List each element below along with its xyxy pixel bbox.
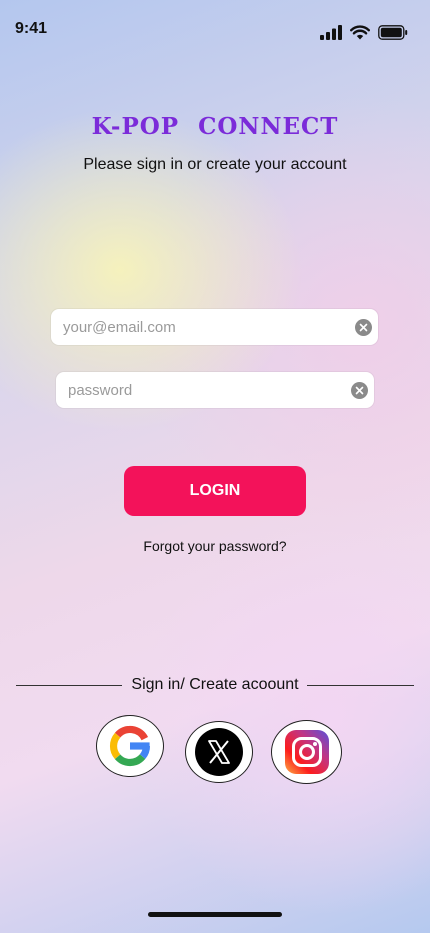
battery-icon	[378, 25, 408, 40]
instagram-icon	[284, 730, 329, 774]
status-icons	[320, 25, 408, 40]
subtitle: Please sign in or create your account	[83, 156, 347, 173]
wifi-icon	[350, 25, 370, 40]
forgot-password-link[interactable]: Forgot your password?	[0, 538, 430, 554]
instagram-signin-button[interactable]	[271, 720, 342, 784]
clear-password-icon[interactable]	[351, 381, 368, 399]
email-field[interactable]	[51, 309, 378, 345]
clear-email-icon[interactable]	[355, 318, 372, 336]
google-signin-button[interactable]	[96, 715, 164, 777]
cellular-signal-icon	[320, 25, 342, 40]
login-button[interactable]: LOGIN	[124, 466, 306, 516]
home-indicator	[148, 912, 282, 917]
app-title: K-POP CONNECT	[91, 113, 339, 140]
x-signin-button[interactable]	[185, 721, 253, 783]
password-field[interactable]	[56, 372, 374, 408]
email-input[interactable]	[61, 317, 355, 337]
status-time: 9:41	[15, 20, 48, 37]
divider-line-right	[307, 685, 414, 686]
google-icon	[110, 725, 151, 767]
password-input[interactable]	[66, 380, 351, 400]
x-icon	[195, 728, 243, 776]
